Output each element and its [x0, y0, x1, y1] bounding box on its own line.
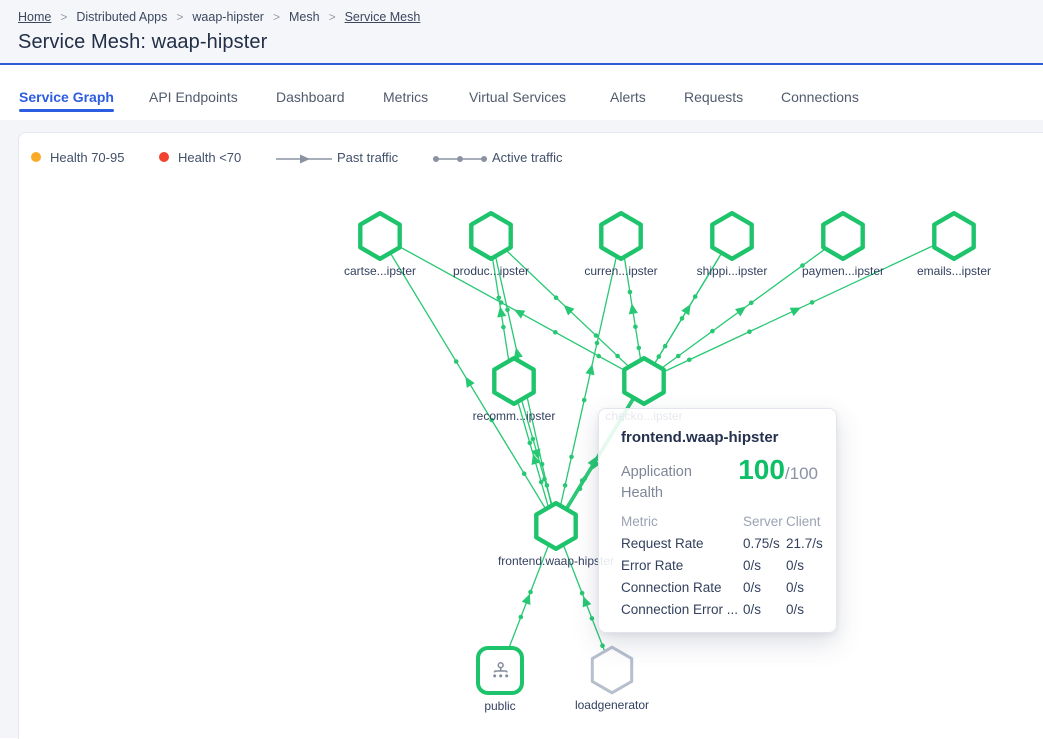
- svg-text:produc...ipster: produc...ipster: [453, 264, 529, 278]
- svg-text:loadgenerator: loadgenerator: [575, 698, 649, 712]
- svg-text:shippi...ipster: shippi...ipster: [697, 264, 768, 278]
- svg-text:frontend.waap-hipster: frontend.waap-hipster: [498, 554, 614, 568]
- svg-text:public: public: [484, 699, 515, 713]
- svg-text:emails...ipster: emails...ipster: [917, 264, 991, 278]
- svg-text:recomm...ipster: recomm...ipster: [473, 409, 556, 423]
- svg-text:curren...ipster: curren...ipster: [584, 264, 657, 278]
- svg-text:paymen...ipster: paymen...ipster: [802, 264, 884, 278]
- svg-text:cartse...ipster: cartse...ipster: [344, 264, 416, 278]
